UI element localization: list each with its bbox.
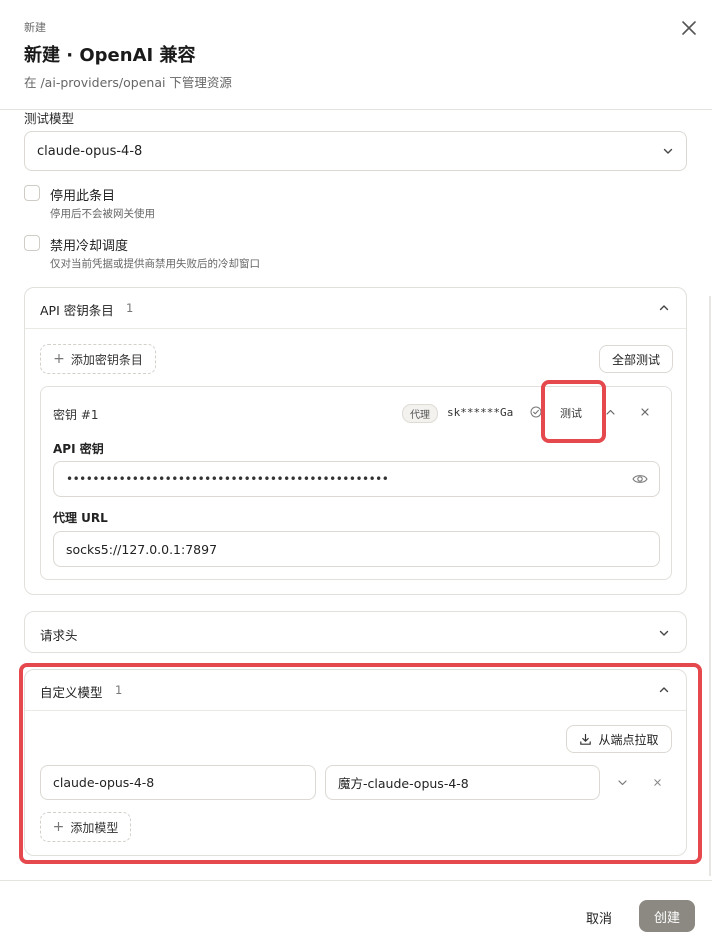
eye-icon[interactable] xyxy=(632,473,648,485)
key-entry-card: 密钥 #1 代理 sk******Ga 测试 API 密钥 ••••••••••… xyxy=(40,386,672,580)
remove-key-icon[interactable] xyxy=(640,407,650,417)
proxy-url-value: socks5://127.0.0.1:7897 xyxy=(66,541,218,557)
disable-cooldown-checkbox[interactable] xyxy=(24,235,40,251)
chevron-up-icon[interactable] xyxy=(658,684,670,696)
test-all-button[interactable]: 全部测试 xyxy=(599,345,673,373)
cancel-button[interactable]: 取消 xyxy=(576,905,622,929)
masked-key: sk******Ga xyxy=(447,406,514,419)
dialog-header: 新建 新建 · OpenAI 兼容 在 /ai-providers/openai… xyxy=(0,0,712,110)
custom-models-count: 1 xyxy=(115,683,123,697)
api-keys-count: 1 xyxy=(126,301,134,315)
test-model-value: claude-opus-4-8 xyxy=(37,143,143,159)
add-model-button[interactable]: + 添加模型 xyxy=(40,812,131,842)
proxy-url-label: 代理 URL xyxy=(53,511,108,525)
model-name-value: claude-opus-4-8 xyxy=(53,775,155,790)
key-entry-name: 密钥 #1 xyxy=(53,408,99,422)
request-headers-panel[interactable]: 请求头 xyxy=(24,611,687,653)
api-key-label: API 密钥 xyxy=(53,442,104,456)
model-name-input[interactable]: claude-opus-4-8 xyxy=(40,765,316,800)
chevron-down-icon[interactable] xyxy=(617,777,628,788)
api-keys-panel-header[interactable]: API 密钥条目 1 xyxy=(25,288,686,328)
plus-icon: + xyxy=(53,351,65,367)
test-all-label: 全部测试 xyxy=(611,352,660,367)
panel-divider xyxy=(25,328,686,329)
proxy-url-field[interactable]: socks5://127.0.0.1:7897 xyxy=(53,531,660,567)
test-model-select[interactable]: claude-opus-4-8 xyxy=(24,131,687,171)
custom-models-panel: 自定义模型 1 从端点拉取 claude-opus-4-8 魔方-claude-… xyxy=(24,669,687,856)
api-keys-title: API 密钥条目 xyxy=(40,303,114,318)
add-key-entry-label: 添加密钥条目 xyxy=(70,352,143,367)
fetch-from-endpoint-button[interactable]: 从端点拉取 xyxy=(566,725,672,753)
disable-cooldown-description: 仅对当前凭据或提供商禁用失败后的冷却窗口 xyxy=(50,258,260,270)
request-headers-title: 请求头 xyxy=(40,628,78,643)
dialog-footer: 取消 创建 xyxy=(0,880,712,946)
scrollbar[interactable] xyxy=(709,296,711,876)
remove-model-icon[interactable] xyxy=(653,778,662,787)
create-button[interactable]: 创建 xyxy=(639,900,695,932)
test-model-label: 测试模型 xyxy=(24,111,75,126)
add-model-label: 添加模型 xyxy=(70,820,119,835)
check-circle-icon xyxy=(530,406,542,418)
download-icon xyxy=(580,733,592,745)
chevron-down-icon[interactable] xyxy=(658,627,670,639)
api-key-field[interactable]: ••••••••••••••••••••••••••••••••••••••••… xyxy=(53,461,660,497)
chevron-up-icon[interactable] xyxy=(605,407,616,418)
disable-entry-checkbox[interactable] xyxy=(24,185,40,201)
plus-icon: + xyxy=(52,819,65,835)
custom-models-panel-header[interactable]: 自定义模型 1 xyxy=(25,670,686,710)
dialog-subtitle: 在 /ai-providers/openai 下管理资源 xyxy=(24,75,232,90)
disable-entry-label: 停用此条目 xyxy=(50,189,116,204)
api-keys-panel: API 密钥条目 1 + 添加密钥条目 全部测试 密钥 #1 代理 sk****… xyxy=(24,287,687,595)
disable-cooldown-label: 禁用冷却调度 xyxy=(50,239,129,254)
add-key-entry-button[interactable]: + 添加密钥条目 xyxy=(40,344,156,374)
proxy-badge: 代理 xyxy=(402,404,438,423)
model-alias-input[interactable]: 魔方-claude-opus-4-8 xyxy=(325,765,600,800)
disable-entry-description: 停用后不会被网关使用 xyxy=(50,208,155,220)
chevron-down-icon xyxy=(663,148,673,154)
test-key-button[interactable]: 测试 xyxy=(549,399,593,427)
model-alias-value: 魔方-claude-opus-4-8 xyxy=(338,776,469,791)
breadcrumb: 新建 xyxy=(24,21,46,34)
chevron-up-icon[interactable] xyxy=(658,302,670,314)
close-icon[interactable] xyxy=(679,18,699,38)
dialog-title: 新建 · OpenAI 兼容 xyxy=(24,45,196,66)
panel-divider xyxy=(25,710,686,711)
api-key-value: ••••••••••••••••••••••••••••••••••••••••… xyxy=(66,472,389,486)
fetch-from-endpoint-label: 从端点拉取 xyxy=(598,732,659,747)
custom-models-title: 自定义模型 xyxy=(40,685,103,700)
